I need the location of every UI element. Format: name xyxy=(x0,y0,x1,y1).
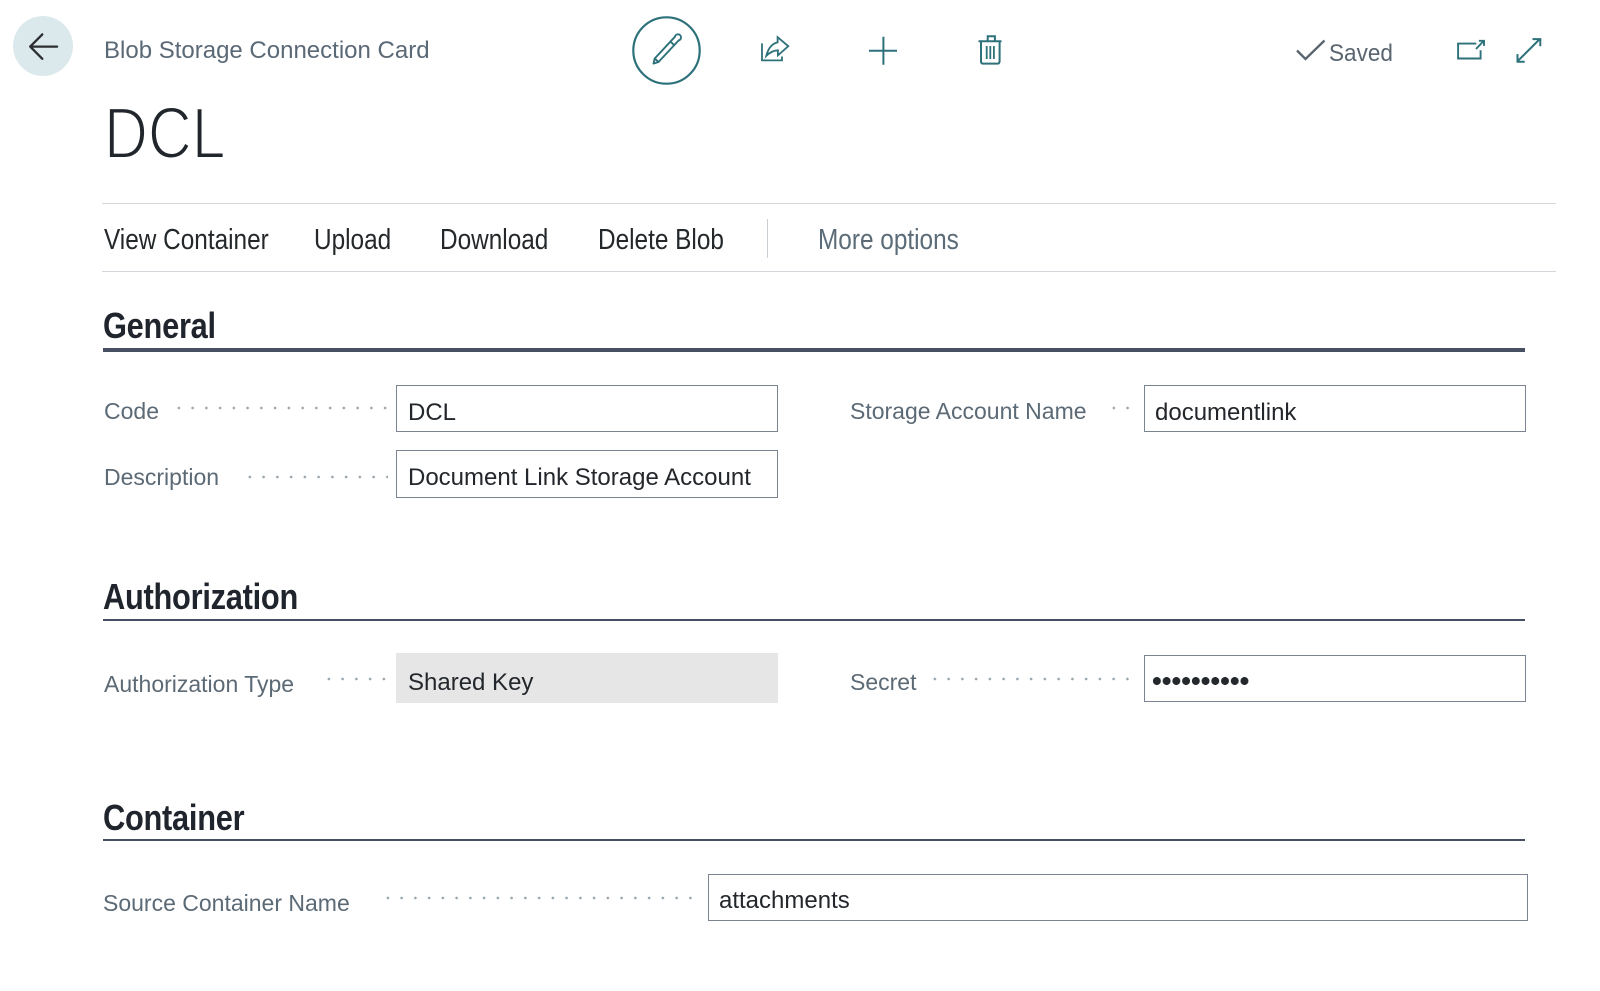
svg-text:DCL: DCL xyxy=(104,94,226,174)
